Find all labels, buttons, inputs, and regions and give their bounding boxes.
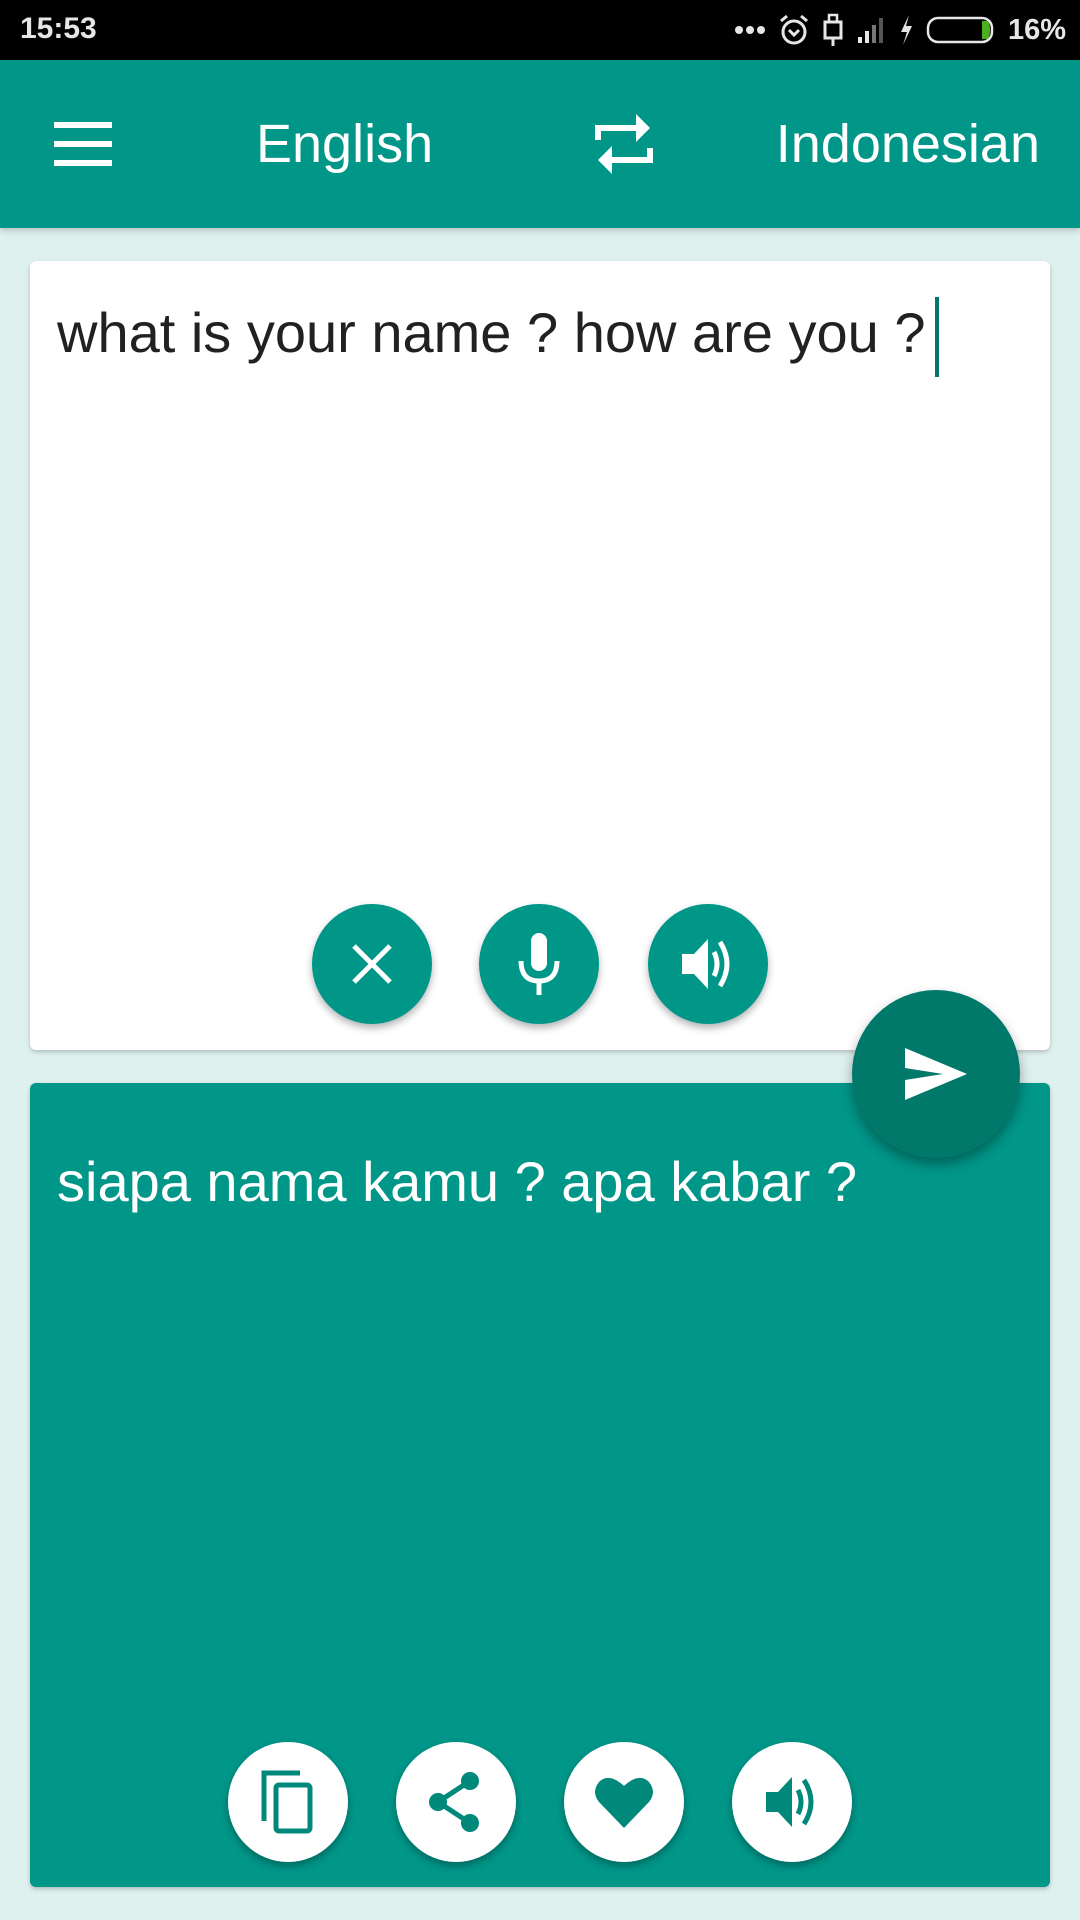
app-toolbar: English Indonesian (0, 60, 1080, 228)
battery-icon (926, 16, 994, 44)
speaker-icon (766, 1777, 814, 1827)
status-icons: 16% (734, 10, 1066, 50)
source-language-selector[interactable]: English (256, 114, 433, 174)
menu-button[interactable] (54, 120, 112, 168)
translate-button[interactable] (852, 990, 1020, 1158)
share-button[interactable] (396, 1742, 516, 1862)
battery-percent: 16% (1007, 13, 1066, 46)
microphone-icon (518, 933, 560, 995)
swap-languages-button[interactable] (592, 110, 656, 178)
text-cursor (935, 297, 940, 377)
voice-input-button[interactable] (479, 904, 599, 1024)
favorite-button[interactable] (564, 1742, 684, 1862)
copy-icon (261, 1770, 313, 1834)
translated-text[interactable]: siapa nama kamu ? apa kabar ? (57, 1149, 857, 1215)
heart-icon (595, 1777, 653, 1828)
more-dots-icon (734, 26, 765, 34)
hamburger-menu-icon (54, 122, 112, 166)
signal-icon (857, 18, 883, 43)
source-text-card: what is your name ? how are you ? (30, 261, 1050, 1050)
close-icon (352, 944, 392, 984)
status-time: 15:53 (20, 12, 97, 45)
translation-card: siapa nama kamu ? apa kabar ? (30, 1083, 1050, 1887)
source-text-input[interactable]: what is your name ? how are you ? (57, 297, 940, 377)
share-icon (429, 1772, 479, 1832)
usb-icon (823, 13, 843, 46)
copy-button[interactable] (228, 1742, 348, 1862)
speaker-icon (682, 939, 730, 989)
speak-source-button[interactable] (648, 904, 768, 1024)
source-text: what is your name ? how are you ? (57, 300, 926, 364)
alarm-icon (779, 14, 808, 45)
send-icon (905, 1048, 967, 1100)
target-language-selector[interactable]: Indonesian (776, 114, 1040, 174)
charging-icon (900, 15, 912, 45)
speak-translation-button[interactable] (732, 1742, 852, 1862)
status-bar: 15:53 16% (0, 0, 1080, 60)
clear-button[interactable] (312, 904, 432, 1024)
swap-languages-icon (595, 114, 653, 174)
